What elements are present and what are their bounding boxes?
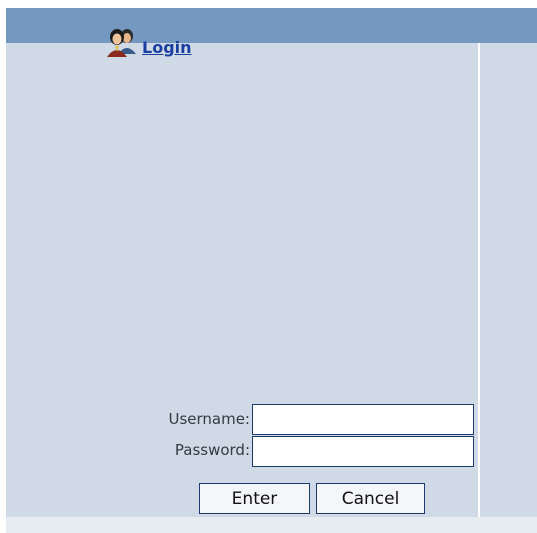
header-bar (6, 8, 537, 43)
login-link[interactable]: Login (142, 38, 192, 58)
footer-strip (6, 517, 537, 533)
password-label: Password: (174, 441, 250, 459)
password-input[interactable] (252, 436, 474, 467)
username-input[interactable] (252, 404, 474, 435)
vertical-divider (478, 43, 480, 517)
login-page: Login Username: Password: Enter Cancel (0, 0, 537, 533)
users-icon (106, 26, 138, 58)
cancel-button[interactable]: Cancel (316, 483, 425, 514)
username-label: Username: (168, 410, 250, 428)
enter-button[interactable]: Enter (199, 483, 310, 514)
